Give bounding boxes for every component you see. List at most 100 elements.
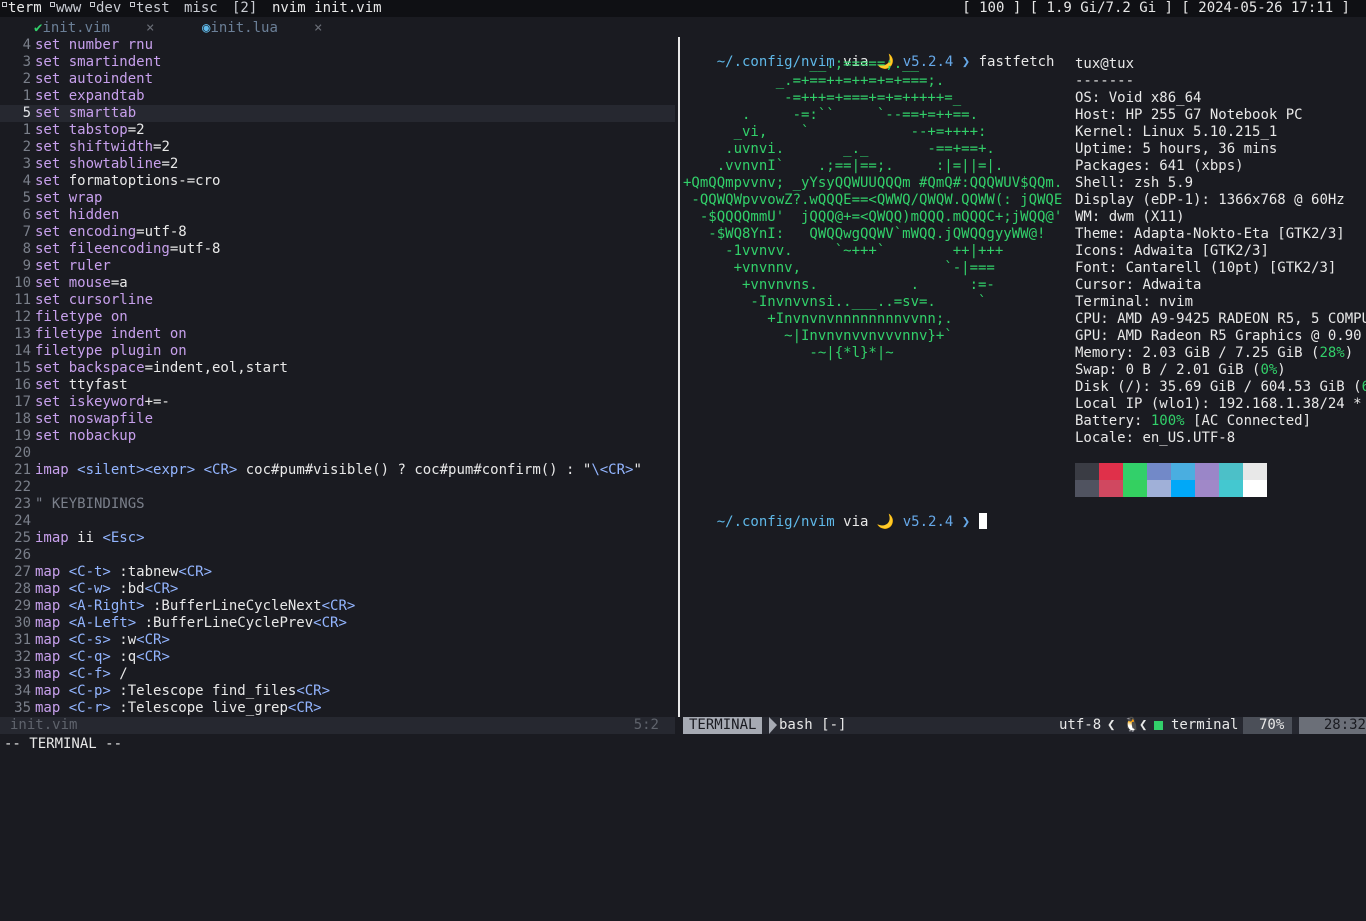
code-token: set xyxy=(35,360,69,376)
layout-indicator[interactable]: [2] xyxy=(232,0,257,17)
code-token: smarttab xyxy=(68,105,137,121)
info-row: Shell: zsh 5.9 xyxy=(1075,175,1194,191)
line-number: 26 xyxy=(14,547,31,563)
code-line[interactable]: 20 xyxy=(0,445,675,462)
code-line[interactable]: 3 set smartindent xyxy=(0,54,675,71)
tab-init-vim[interactable]: ✔init.vim × xyxy=(34,20,154,37)
code-token: cursorline xyxy=(68,292,154,308)
code-line[interactable]: 22 xyxy=(0,479,675,496)
code-line[interactable]: 31 map <C-s> :w<CR> xyxy=(0,632,675,649)
tag-term[interactable]: term xyxy=(8,0,42,17)
code-line[interactable]: 13 filetype indent on xyxy=(0,326,675,343)
code-line[interactable]: 33 map <C-f> / xyxy=(0,666,675,683)
code-line[interactable]: 32 map <C-q> :q<CR> xyxy=(0,649,675,666)
linux-icon: 🐧 xyxy=(1123,717,1141,733)
tag-misc[interactable]: misc xyxy=(184,0,218,17)
info-row: WM: dwm (X11) xyxy=(1075,209,1185,225)
code-line[interactable]: 21 imap <silent><expr> <CR> coc#pum#visib… xyxy=(0,462,675,479)
code-line[interactable]: 18 set noswapfile xyxy=(0,411,675,428)
code-line[interactable]: 6 set hidden xyxy=(0,207,675,224)
code-line[interactable]: 5 set wrap xyxy=(0,190,675,207)
info-key: Font xyxy=(1075,260,1109,276)
tag-occupied-indicator xyxy=(130,2,135,7)
info-key: Local IP (wlo1) xyxy=(1075,396,1202,412)
info-value: HP 255 G7 Notebook PC xyxy=(1125,107,1303,123)
dwm-bar: term www dev test misc [2] nvim init.vim… xyxy=(0,0,1366,17)
code-line[interactable]: 17 set iskeyword+=- xyxy=(0,394,675,411)
code-line[interactable]: 34 map <C-p> :Telescope find_files<CR> xyxy=(0,683,675,700)
code-line[interactable]: 26 xyxy=(0,547,675,564)
code-line[interactable]: 16 set ttyfast xyxy=(0,377,675,394)
mode-message: -- TERMINAL -- xyxy=(4,736,123,752)
statusline-active: TERMINAL bash [-] utf-8 ❮ 🐧 ❮ terminal 7… xyxy=(683,717,1366,734)
code-line[interactable]: 2 set shiftwidth=2 xyxy=(0,139,675,156)
logo-line: .uvnvi. _._ -==+==+. xyxy=(683,141,995,157)
code-line[interactable]: 1 set tabstop=2 xyxy=(0,122,675,139)
code-line[interactable]: 28 map <C-w> :bd<CR> xyxy=(0,581,675,598)
tab-label: init.vim xyxy=(42,20,110,36)
code-token: / xyxy=(110,666,128,682)
code-line[interactable]: 3 set showtabline=2 xyxy=(0,156,675,173)
code-token: :w xyxy=(110,632,137,648)
line-number: 35 xyxy=(14,700,31,716)
code-line[interactable]: 1 set expandtab xyxy=(0,88,675,105)
code-token: <C-q> xyxy=(68,649,111,665)
tag-www[interactable]: www xyxy=(56,0,81,17)
info-value: 641 (xbps) xyxy=(1159,158,1244,174)
info-value: Adapta-Nokto-Eta [GTK2/3] xyxy=(1134,226,1345,242)
info-key: Icons xyxy=(1075,243,1118,259)
code-line[interactable]: 30 map <A-Left> :BufferLineCyclePrev<CR> xyxy=(0,615,675,632)
code-line[interactable]: 12 filetype on xyxy=(0,309,675,326)
code-line[interactable]: 2 set autoindent xyxy=(0,71,675,88)
code-token: <CR> xyxy=(178,564,213,580)
code-line[interactable]: 4 set formatoptions-=cro xyxy=(0,173,675,190)
code-token: on xyxy=(110,309,128,325)
info-key: Swap xyxy=(1075,362,1109,378)
prompt-lua-version: 🌙 v5.2.4 xyxy=(876,514,954,530)
color-swatch xyxy=(1171,463,1195,480)
code-line[interactable]: 15 set backspace=indent,eol,start xyxy=(0,360,675,377)
color-swatch xyxy=(1171,480,1195,497)
prompt-line-active[interactable]: ~/.config/nvim via 🌙 v5.2.4 ❯ xyxy=(683,496,987,548)
code-line[interactable]: 4 set number rnu xyxy=(0,37,675,54)
info-key: Theme xyxy=(1075,226,1118,242)
info-row: Terminal: nvim xyxy=(1075,294,1194,310)
code-line[interactable]: 14 filetype plugin on xyxy=(0,343,675,360)
code-line[interactable]: 9 set ruler xyxy=(0,258,675,275)
info-row: Icons: Adwaita [GTK2/3] xyxy=(1075,243,1269,259)
info-row: Battery: 100% [AC Connected] xyxy=(1075,413,1312,429)
code-token: <C-w> xyxy=(68,581,111,597)
tag-test[interactable]: test xyxy=(136,0,170,17)
editor-pane[interactable]: 4 set number rnu 3 set smartindent 2 set auto… xyxy=(0,37,675,717)
info-row: OS: Void x86_64 xyxy=(1075,90,1202,106)
code-token: <CR> xyxy=(287,700,322,716)
code-line[interactable]: 24 xyxy=(0,513,675,530)
close-icon[interactable]: × xyxy=(314,20,322,37)
terminal-pane[interactable]: ~/.config/nvim via 🌙 v5.2.4 ❯ fastfetch … xyxy=(683,37,1366,717)
code-line[interactable]: 27 map <C-t> :tabnew<CR> xyxy=(0,564,675,581)
code-line[interactable]: 8 set fileencoding=utf-8 xyxy=(0,241,675,258)
info-row: Host: HP 255 G7 Notebook PC xyxy=(1075,107,1303,123)
code-token: =2 xyxy=(127,122,145,138)
code-line[interactable]: 19 set nobackup xyxy=(0,428,675,445)
code-token: map xyxy=(35,649,69,665)
void-linux-ascii-logo: __.;=====;.__ _.=+==++=++=+=+===;. -=+++… xyxy=(683,56,1062,362)
code-line-current[interactable]: 5 set smarttab xyxy=(0,105,675,122)
code-line[interactable]: 23 " KEYBINDINGS xyxy=(0,496,675,513)
code-token: ii xyxy=(77,530,103,546)
vertical-split-divider[interactable] xyxy=(678,37,680,717)
code-line[interactable]: 10 set mouse=a xyxy=(0,275,675,292)
close-icon[interactable]: × xyxy=(146,20,154,37)
code-line[interactable]: 29 map <A-Right> :BufferLineCycleNext<CR> xyxy=(0,598,675,615)
tab-init-lua[interactable]: ◉init.lua × xyxy=(202,20,322,37)
color-swatch xyxy=(1123,480,1147,497)
line-number: 2 xyxy=(22,71,31,87)
command-line[interactable]: -- TERMINAL -- xyxy=(0,734,1366,768)
code-line[interactable]: 35 map <C-r> :Telescope live_grep<CR> xyxy=(0,700,675,717)
code-line[interactable]: 25 imap ii <Esc> xyxy=(0,530,675,547)
code-line[interactable]: 7 set encoding=utf-8 xyxy=(0,224,675,241)
code-line[interactable]: 11 set cursorline xyxy=(0,292,675,309)
line-number: 32 xyxy=(14,649,31,665)
tag-dev[interactable]: dev xyxy=(96,0,121,17)
logo-line: __.;=====;.__ xyxy=(683,56,920,72)
